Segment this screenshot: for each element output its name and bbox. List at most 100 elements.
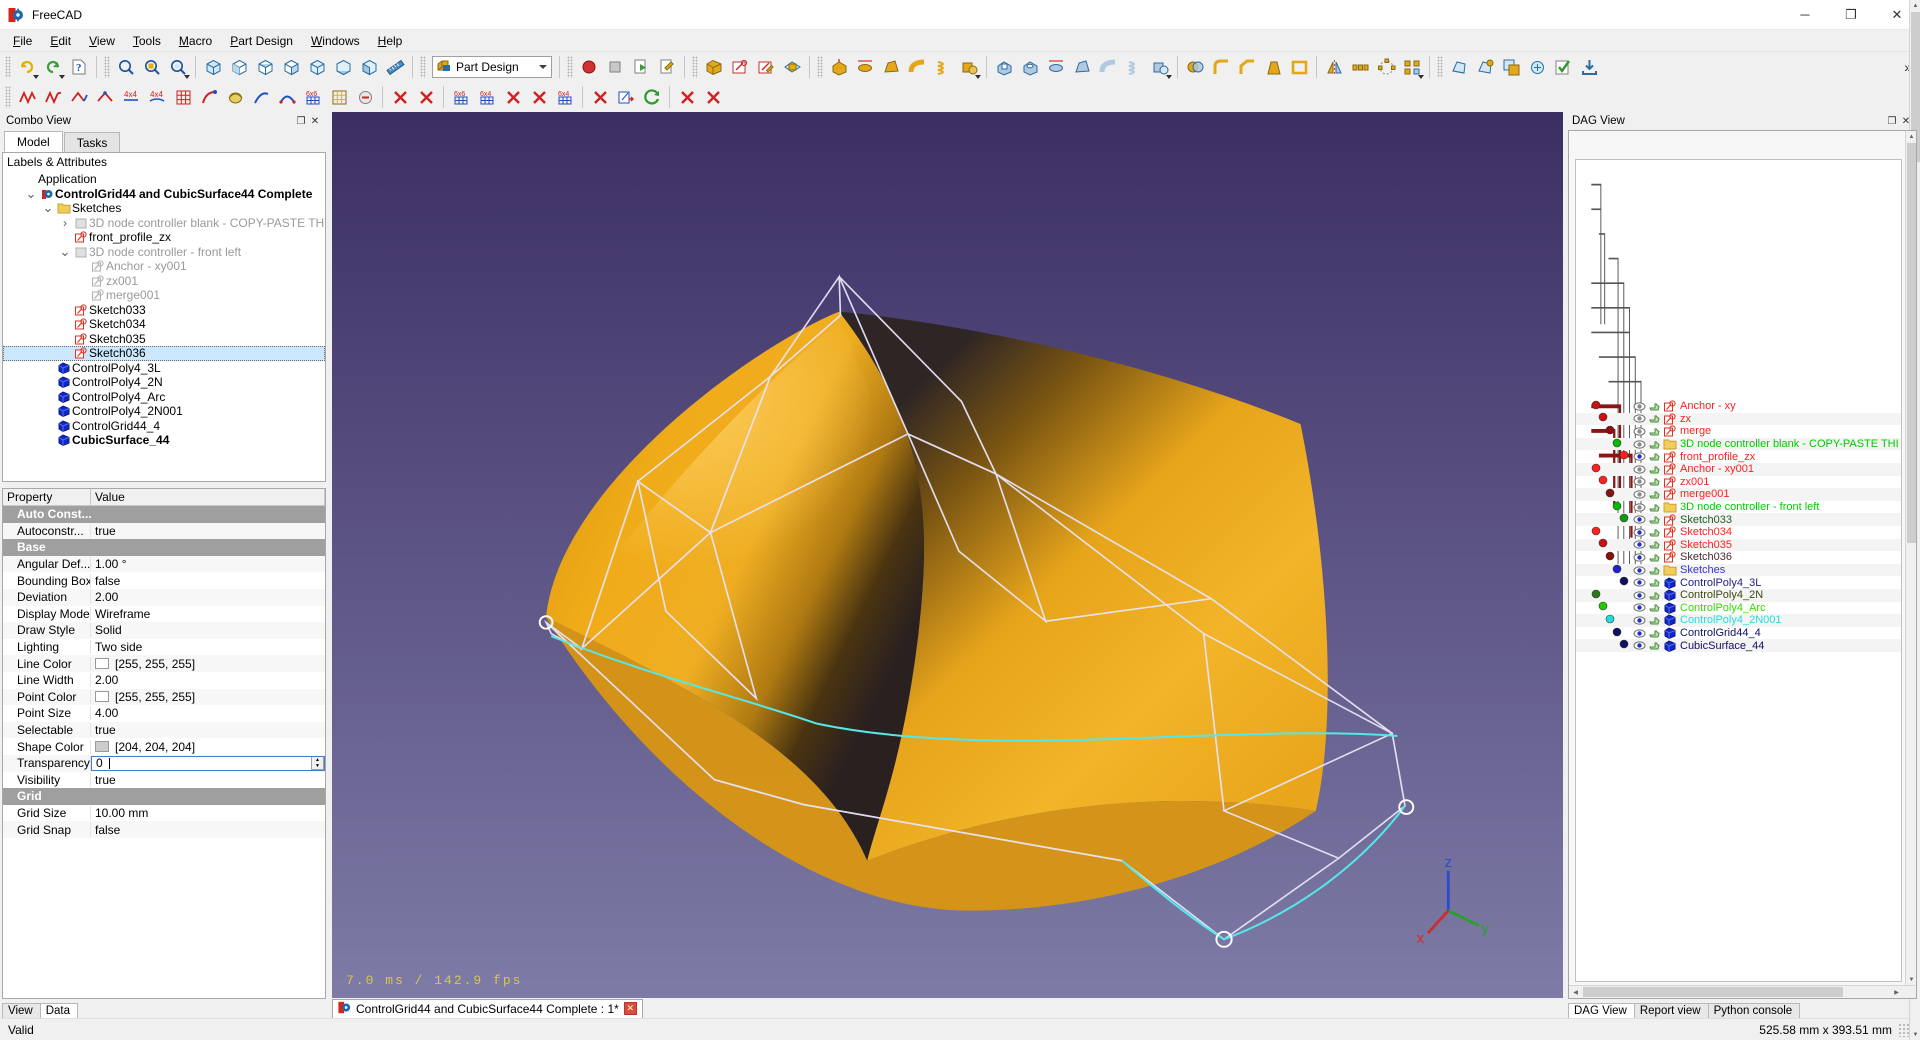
property-row[interactable]: Point Size 4.00 xyxy=(3,705,325,722)
property-value[interactable]: Two side xyxy=(91,640,325,654)
visibility-eye-icon[interactable] xyxy=(1632,577,1647,588)
close-icon[interactable]: ✕ xyxy=(623,1002,637,1015)
delete-constraint-1-icon[interactable] xyxy=(387,84,413,110)
undo-icon[interactable] xyxy=(14,54,40,80)
touch-hand-icon[interactable] xyxy=(1647,602,1662,613)
visibility-eye-icon[interactable] xyxy=(1632,628,1647,639)
tree-item-3d-node-controller-front-left[interactable]: ⌄ 3D node controller - front left xyxy=(3,245,325,260)
check-geometry-icon[interactable] xyxy=(1550,54,1576,80)
property-row[interactable]: Selectable true xyxy=(3,721,325,739)
tree-item-3d-node-controller-blank-copy-paste-this-folder[interactable]: › 3D node controller blank - COPY-PASTE T… xyxy=(3,216,325,231)
tree-item-controlpoly4-arc[interactable]: ControlPoly4_Arc xyxy=(3,390,325,405)
visibility-eye-icon[interactable] xyxy=(1632,464,1647,475)
property-value[interactable]: true xyxy=(91,773,325,787)
property-value[interactable]: 2.00 xyxy=(91,590,325,604)
toolbar-grip[interactable] xyxy=(104,56,110,78)
thickness-icon[interactable] xyxy=(1286,54,1312,80)
property-row[interactable]: Grid Snap false xyxy=(3,821,325,838)
property-row[interactable]: Shape Color [204, 204, 204] xyxy=(3,738,325,755)
3d-scene[interactable]: z y x xyxy=(332,112,1563,998)
property-value[interactable]: true xyxy=(91,524,325,538)
touch-hand-icon[interactable] xyxy=(1647,565,1662,576)
constraint-block-icon[interactable] xyxy=(248,84,274,110)
toolbar-grip[interactable] xyxy=(1437,56,1443,78)
multi-transform-dropdown-arrow[interactable] xyxy=(1418,75,1424,79)
close-icon[interactable]: ✕ xyxy=(308,114,322,128)
touch-hand-icon[interactable] xyxy=(1647,514,1662,525)
tree-item-front-profile-zx[interactable]: front_profile_zx xyxy=(3,230,325,245)
chevron-down-icon[interactable]: ⌄ xyxy=(41,201,55,214)
scrollbar-thumb[interactable] xyxy=(1583,987,1843,997)
tab-dag-view[interactable]: DAG View xyxy=(1568,1003,1635,1018)
constraint-lock-icon[interactable] xyxy=(222,84,248,110)
map-sketch-icon[interactable] xyxy=(779,54,805,80)
chevron-down-icon[interactable]: ⌄ xyxy=(58,245,72,258)
validate-sketch-icon[interactable] xyxy=(587,84,613,110)
subtractive-primitive-icon[interactable] xyxy=(1147,54,1173,80)
visibility-eye-icon[interactable] xyxy=(1632,401,1647,412)
rear-view-icon[interactable] xyxy=(304,54,330,80)
tree-item-sketch033[interactable]: Sketch033 xyxy=(3,303,325,318)
constraint-arc-icon[interactable] xyxy=(274,84,300,110)
tab-view[interactable]: View xyxy=(2,1003,41,1018)
property-row[interactable]: Point Color [255, 255, 255] xyxy=(3,688,325,706)
left-view-icon[interactable] xyxy=(356,54,382,80)
constraint-grid-icon[interactable]: 6x6 xyxy=(300,84,326,110)
property-value[interactable]: Solid xyxy=(91,623,325,637)
tree-item-sketch035[interactable]: Sketch035 xyxy=(3,332,325,347)
visibility-eye-icon[interactable] xyxy=(1632,527,1647,538)
macro-stop-icon[interactable] xyxy=(602,54,628,80)
property-row[interactable]: Lighting Two side xyxy=(3,639,325,656)
sketch-6x4-b-icon[interactable]: 6x4 xyxy=(552,84,578,110)
visibility-eye-icon[interactable] xyxy=(1632,451,1647,462)
touch-hand-icon[interactable] xyxy=(1647,401,1662,412)
property-value[interactable]: [255, 255, 255] xyxy=(91,690,325,704)
tree-item-controlpoly4-2n[interactable]: ControlPoly4_2N xyxy=(3,375,325,390)
redo-icon[interactable] xyxy=(40,54,66,80)
export-icon[interactable] xyxy=(1576,54,1602,80)
tree-item-merge001[interactable]: merge001 xyxy=(3,288,325,303)
touch-hand-icon[interactable] xyxy=(1647,590,1662,601)
tree-item-cubicsurface-44[interactable]: CubicSurface_44 xyxy=(3,433,325,448)
revolution-icon[interactable] xyxy=(852,54,878,80)
menu-part-design[interactable]: Part Design xyxy=(221,32,302,50)
merge-sketch-icon[interactable] xyxy=(613,84,639,110)
constraint-vertical-icon[interactable] xyxy=(40,84,66,110)
hole-icon[interactable] xyxy=(1017,54,1043,80)
menu-file[interactable]: File xyxy=(4,32,41,50)
menu-tools[interactable]: Tools xyxy=(124,32,170,50)
tree-item-application[interactable]: Application xyxy=(3,172,325,187)
visibility-eye-icon[interactable] xyxy=(1632,552,1647,563)
touch-hand-icon[interactable] xyxy=(1647,640,1662,651)
chevron-right-icon[interactable]: › xyxy=(58,216,72,230)
chevron-down-icon[interactable]: ⌄ xyxy=(24,187,38,200)
touch-hand-icon[interactable] xyxy=(1647,615,1662,626)
menu-windows[interactable]: Windows xyxy=(302,32,369,50)
tree-item-controlgrid44-and-cubicsurface44-complete[interactable]: ⌄ ControlGrid44 and CubicSurface44 Comple… xyxy=(3,187,325,202)
axonometric-view-icon[interactable] xyxy=(200,54,226,80)
property-value[interactable]: 1.00 ° xyxy=(91,557,325,571)
toolbar-grip[interactable] xyxy=(420,56,426,78)
create-body-icon[interactable] xyxy=(701,54,727,80)
constraint-horizontal-icon[interactable] xyxy=(14,84,40,110)
scroll-right-arrow[interactable]: ▶ xyxy=(1890,986,1903,998)
remove-axes-icon[interactable] xyxy=(674,84,700,110)
macro-execute-icon[interactable] xyxy=(628,54,654,80)
visibility-eye-icon[interactable] xyxy=(1632,514,1647,525)
menu-edit[interactable]: Edit xyxy=(41,32,80,50)
sketch-6x6-a-icon[interactable]: 6x6 xyxy=(448,84,474,110)
visibility-eye-icon[interactable] xyxy=(1632,640,1647,651)
fit-selection-icon[interactable] xyxy=(139,54,165,80)
scroll-down-arrow[interactable]: ▼ xyxy=(1906,974,1916,985)
menu-view[interactable]: View xyxy=(80,32,124,50)
draw-style-icon[interactable] xyxy=(165,54,191,80)
touch-hand-icon[interactable] xyxy=(1647,464,1662,475)
touch-hand-icon[interactable] xyxy=(1647,539,1662,550)
dag-graph-canvas[interactable]: Anchor - xy zx merge 3D node controller bla… xyxy=(1575,159,1902,982)
property-row[interactable]: Visibility true xyxy=(3,772,325,789)
tab-report-view[interactable]: Report view xyxy=(1633,1003,1709,1018)
multi-transform-icon[interactable] xyxy=(1399,54,1425,80)
tab-model[interactable]: Model xyxy=(4,131,63,152)
dag-row[interactable]: CubicSurface_44 xyxy=(1576,639,1901,652)
tree-item-controlpoly4-2n001[interactable]: ControlPoly4_2N001 xyxy=(3,404,325,419)
